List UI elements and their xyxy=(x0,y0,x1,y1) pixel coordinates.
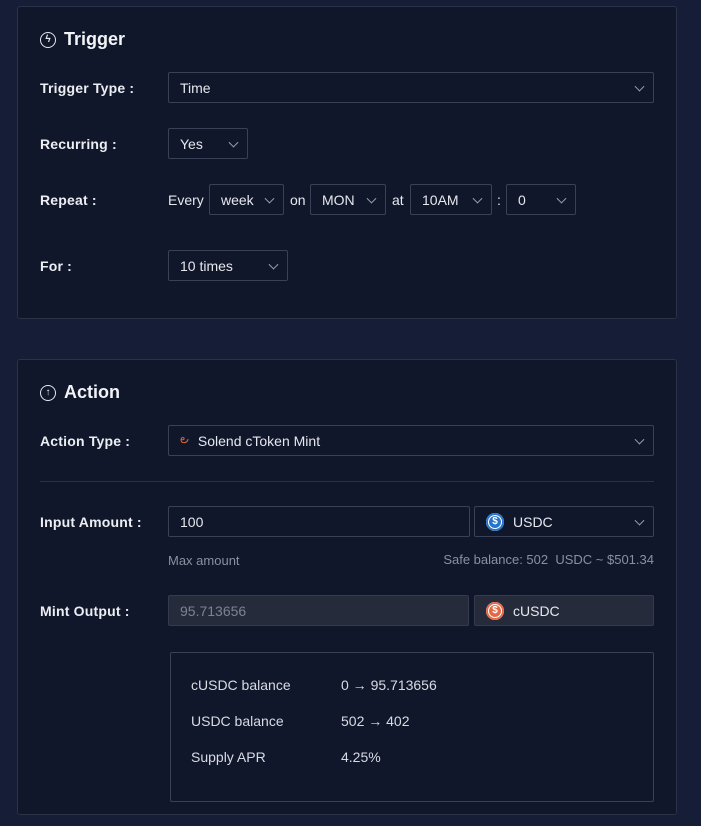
chevron-down-icon xyxy=(264,193,275,204)
input-amount-value: 100 xyxy=(180,513,204,530)
action-type-value: Solend cToken Mint xyxy=(197,432,321,449)
trigger-type-value: Time xyxy=(180,79,211,96)
trigger-card: ϟ Trigger Trigger Type: Time Recurring: … xyxy=(17,6,677,319)
repeat-day-value: MON xyxy=(322,191,355,208)
chevron-down-icon xyxy=(634,434,645,445)
recurring-select[interactable]: Yes xyxy=(168,128,248,159)
chevron-down-icon xyxy=(228,137,239,148)
repeat-separator: : xyxy=(497,192,501,208)
mint-token-value: cUSDC xyxy=(513,602,560,619)
repeat-minute-select[interactable]: 0 xyxy=(506,184,576,215)
input-amount-field[interactable]: 100 xyxy=(168,506,470,537)
colon: : xyxy=(125,433,131,449)
action-type-label-text: Action Type xyxy=(40,433,122,449)
repeat-label: Repeat: xyxy=(40,192,97,208)
for-label: For: xyxy=(40,258,72,274)
trigger-title-text: Trigger xyxy=(64,29,126,49)
safe-balance-text: Safe balance: 502 USDC ~ $501.34 xyxy=(443,552,654,567)
action-title-text: Action xyxy=(64,382,120,402)
colon: : xyxy=(91,192,97,208)
mint-output-label: Mint Output: xyxy=(40,603,130,619)
mint-output-value: 95.713656 xyxy=(180,602,247,619)
input-amount-label-text: Input Amount xyxy=(40,514,133,530)
for-label-text: For xyxy=(40,258,64,274)
recurring-value: Yes xyxy=(180,135,203,152)
action-card: ↑ Action Action Type: ౿ Solend cToken Mi… xyxy=(17,359,677,815)
arrow-up-circle-icon: ↑ xyxy=(40,384,56,401)
repeat-every-text: Every xyxy=(168,192,204,208)
colon: : xyxy=(136,514,142,530)
recurring-label-text: Recurring xyxy=(40,136,108,152)
repeat-hour-select[interactable]: 10AM xyxy=(410,184,492,215)
section-divider xyxy=(40,481,654,482)
repeat-day-select[interactable]: MON xyxy=(310,184,386,215)
summary-label-supply-apr: Supply APR xyxy=(191,749,266,765)
repeat-unit-value: week xyxy=(221,191,254,208)
input-amount-label: Input Amount: xyxy=(40,514,142,530)
trigger-type-label: Trigger Type: xyxy=(40,80,134,96)
trigger-title: ϟ Trigger xyxy=(40,29,125,50)
repeat-hour-value: 10AM xyxy=(422,191,459,208)
lightning-circle-icon: ϟ xyxy=(40,31,56,48)
colon: : xyxy=(124,603,130,619)
mint-output-field: 95.713656 xyxy=(168,595,469,626)
chevron-down-icon xyxy=(556,193,567,204)
chevron-down-icon xyxy=(634,81,645,92)
chevron-down-icon xyxy=(472,193,483,204)
summary-value-cusdc-balance: 0 → 95.713656 xyxy=(341,677,437,693)
colon: : xyxy=(129,80,135,96)
summary-panel: cUSDC balance 0 → 95.713656 USDC balance… xyxy=(170,652,654,802)
cusdc-coin-icon: $ xyxy=(486,601,504,620)
for-value: 10 times xyxy=(180,257,233,274)
trigger-type-label-text: Trigger Type xyxy=(40,80,126,96)
action-title: ↑ Action xyxy=(40,382,120,403)
repeat-on-text: on xyxy=(290,192,306,208)
for-select[interactable]: 10 times xyxy=(168,250,288,281)
colon: : xyxy=(67,258,73,274)
max-amount-link[interactable]: Max amount xyxy=(168,553,240,568)
colon: : xyxy=(111,136,117,152)
input-token-select[interactable]: $ USDC xyxy=(474,506,654,537)
chevron-down-icon xyxy=(268,259,279,270)
summary-value-supply-apr: 4.25% xyxy=(341,749,381,765)
mint-token-box: $ cUSDC xyxy=(474,595,654,626)
input-token-value: USDC xyxy=(513,513,553,530)
action-type-label: Action Type: xyxy=(40,433,130,449)
repeat-at-text: at xyxy=(392,192,404,208)
summary-value-usdc-balance: 502 → 402 xyxy=(341,713,410,729)
mint-output-label-text: Mint Output xyxy=(40,603,121,619)
action-type-select[interactable]: ౿ Solend cToken Mint xyxy=(168,425,654,456)
repeat-unit-select[interactable]: week xyxy=(209,184,284,215)
chevron-down-icon xyxy=(366,193,377,204)
trigger-type-select[interactable]: Time xyxy=(168,72,654,103)
solend-logo-icon: ౿ xyxy=(180,432,189,446)
repeat-label-text: Repeat xyxy=(40,192,88,208)
recurring-label: Recurring: xyxy=(40,136,117,152)
chevron-down-icon xyxy=(634,515,645,526)
usdc-coin-icon: $ xyxy=(486,512,504,531)
summary-label-usdc-balance: USDC balance xyxy=(191,713,284,729)
summary-label-cusdc-balance: cUSDC balance xyxy=(191,677,291,693)
repeat-minute-value: 0 xyxy=(518,191,526,208)
